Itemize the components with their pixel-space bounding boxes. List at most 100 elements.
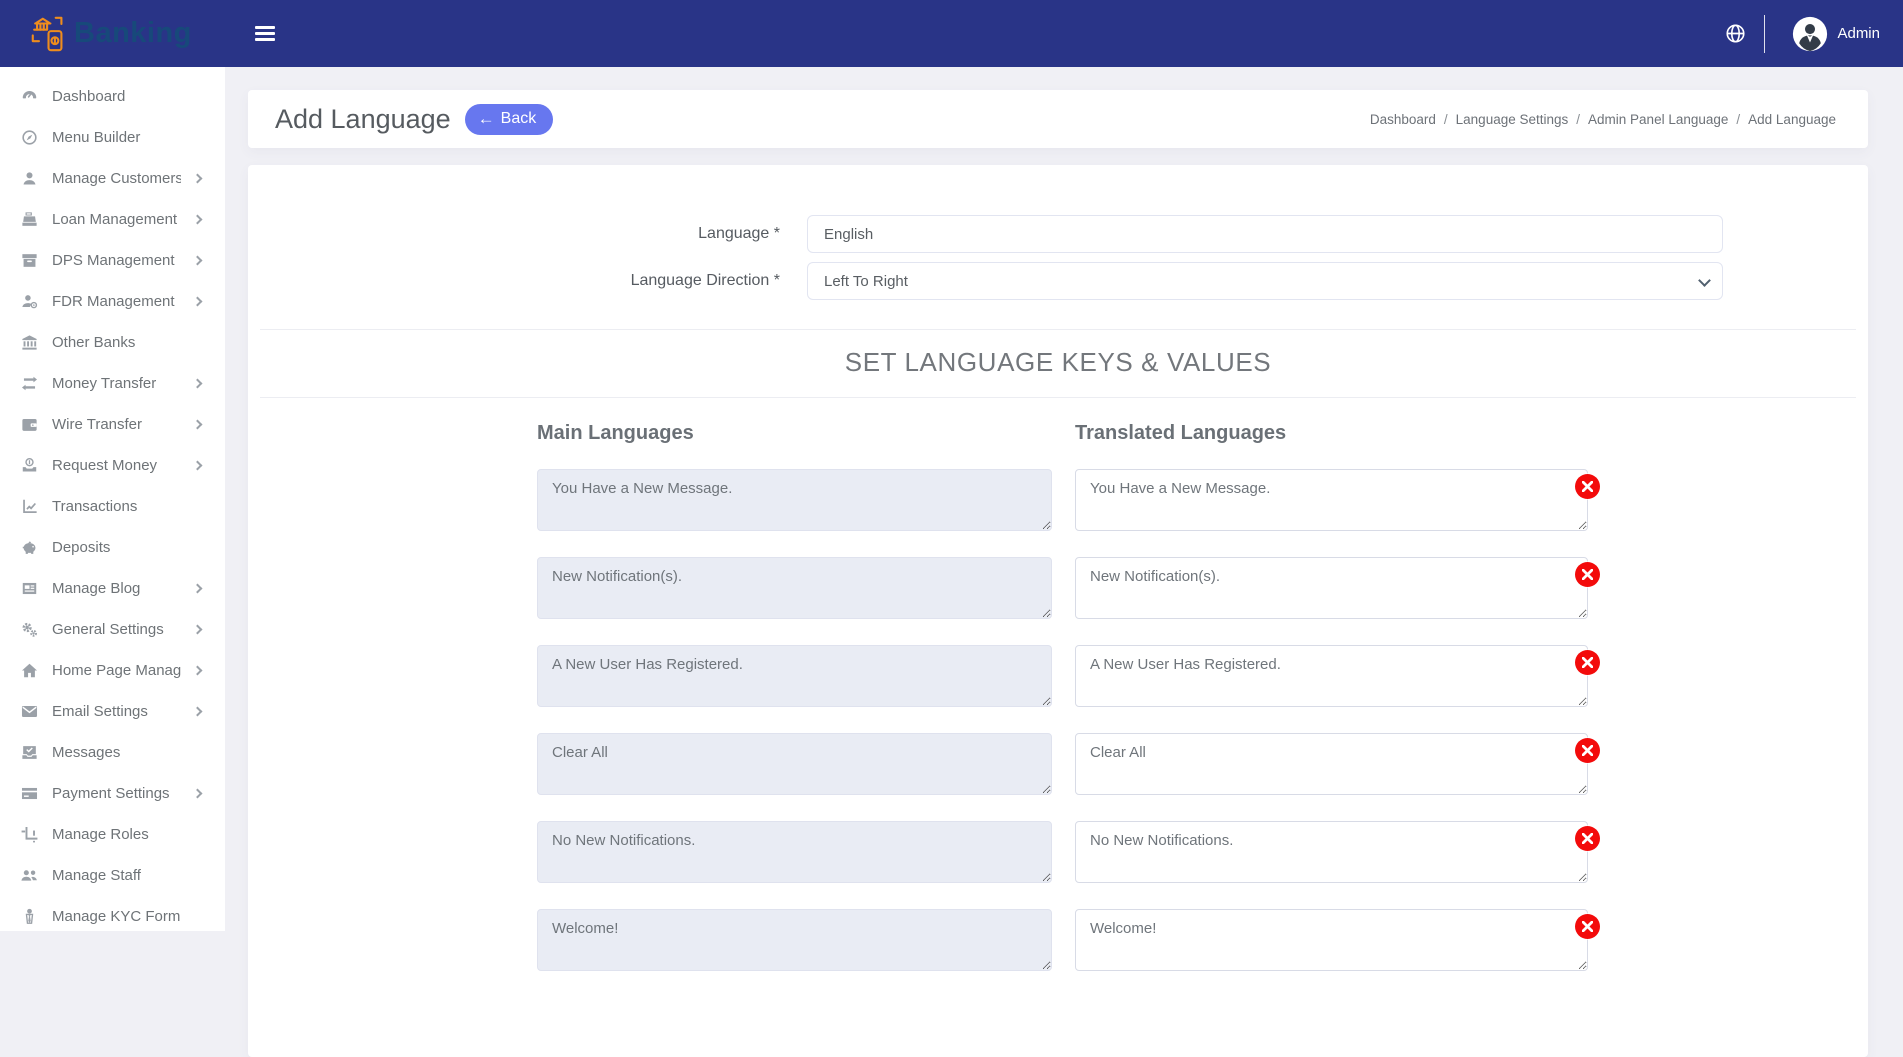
language-value-textarea[interactable]: No New Notifications. (1075, 821, 1588, 883)
language-key-textarea[interactable]: Clear All (537, 733, 1052, 795)
sidebar-item-money-transfer[interactable]: Money Transfer (0, 363, 225, 404)
language-key-textarea[interactable]: No New Notifications. (537, 821, 1052, 883)
envelope-icon (20, 702, 39, 721)
inbox-check-icon (20, 743, 39, 762)
remove-row-button[interactable] (1575, 826, 1600, 851)
breadcrumb-item-admin-panel-language[interactable]: Admin Panel Language (1588, 112, 1728, 127)
x-icon (1582, 921, 1593, 932)
home-icon (20, 661, 39, 680)
sidebar-item-loan-management[interactable]: Loan Management (0, 199, 225, 240)
gears-icon (20, 620, 39, 639)
sidebar-item-dashboard[interactable]: Dashboard (0, 76, 225, 117)
remove-row-button[interactable] (1575, 562, 1600, 587)
sidebar-item-general-settings[interactable]: General Settings (0, 609, 225, 650)
brand[interactable]: Banking (0, 13, 225, 55)
sidebar: DashboardMenu BuilderManage CustomersLoa… (0, 67, 225, 931)
arrow-left-icon: ← (478, 110, 495, 127)
breadcrumb-separator: / (1576, 112, 1580, 127)
sidebar-item-manage-kyc-form[interactable]: Manage KYC Form (0, 896, 225, 931)
main-content: Add Language ← Back Dashboard / Language S… (225, 67, 1903, 1057)
chevron-right-icon (193, 666, 203, 676)
remove-row-button[interactable] (1575, 650, 1600, 675)
chevron-right-icon (193, 174, 203, 184)
sidebar-item-label: Other Banks (52, 334, 205, 351)
page-title: Add Language (275, 104, 451, 135)
sidebar-item-wire-transfer[interactable]: Wire Transfer (0, 404, 225, 445)
language-key-textarea[interactable]: Welcome! (537, 909, 1052, 971)
language-value-textarea[interactable]: You Have a New Message. (1075, 469, 1588, 531)
sidebar-item-email-settings[interactable]: Email Settings (0, 691, 225, 732)
chevron-right-icon (193, 707, 203, 717)
language-key-textarea[interactable]: New Notification(s). (537, 557, 1052, 619)
user-icon (20, 169, 39, 188)
remove-row-button[interactable] (1575, 914, 1600, 939)
sidebar-item-transactions[interactable]: Transactions (0, 486, 225, 527)
sidebar-item-dps-management[interactable]: DPS Management (0, 240, 225, 281)
x-icon (1582, 569, 1593, 580)
language-input[interactable] (807, 215, 1723, 253)
add-language-card: Language * Language Direction * Left To … (248, 165, 1868, 1057)
language-key-textarea[interactable]: A New User Has Registered. (537, 645, 1052, 707)
language-value-textarea[interactable]: Clear All (1075, 733, 1588, 795)
language-row: No New Notifications. No New Notification… (537, 821, 1868, 883)
credit-card-icon (20, 784, 39, 803)
remove-row-button[interactable] (1575, 474, 1600, 499)
sidebar-item-manage-customers[interactable]: Manage Customers (0, 158, 225, 199)
banking-logo-icon (28, 13, 70, 55)
language-value-textarea[interactable]: New Notification(s). (1075, 557, 1588, 619)
back-button[interactable]: ← Back (465, 104, 554, 135)
cash-register-icon (20, 210, 39, 229)
breadcrumb-separator: / (1736, 112, 1740, 127)
chevron-right-icon (193, 625, 203, 635)
compass-icon (20, 128, 39, 147)
brand-text: Banking (74, 17, 192, 50)
language-row: New Notification(s). New Notification(s). (537, 557, 1868, 619)
sidebar-item-label: Manage KYC Form (52, 908, 205, 925)
chevron-right-icon (193, 461, 203, 471)
sidebar-item-home-page-manage[interactable]: Home Page Manage (0, 650, 225, 691)
navbar-divider (1764, 15, 1765, 53)
wallet-icon (20, 415, 39, 434)
user-gear-icon (20, 292, 39, 311)
chart-line-icon (20, 497, 39, 516)
sidebar-item-payment-settings[interactable]: Payment Settings (0, 773, 225, 814)
chevron-right-icon (193, 789, 203, 799)
divider (260, 397, 1856, 398)
sidebar-item-menu-builder[interactable]: Menu Builder (0, 117, 225, 158)
chevron-right-icon (193, 420, 203, 430)
language-direction-select[interactable]: Left To Right (807, 262, 1723, 300)
language-value-wrap: Welcome! (1075, 909, 1588, 971)
speedometer-icon (20, 87, 39, 106)
breadcrumb-item-dashboard[interactable]: Dashboard (1370, 112, 1436, 127)
language-value-textarea[interactable]: A New User Has Registered. (1075, 645, 1588, 707)
main-languages-header: Main Languages (537, 422, 1075, 445)
sidebar-item-messages[interactable]: Messages (0, 732, 225, 773)
back-button-label: Back (501, 110, 537, 128)
sidebar-item-label: Payment Settings (52, 785, 181, 802)
person-tie-icon (20, 907, 39, 926)
breadcrumb-item-language-settings[interactable]: Language Settings (1456, 112, 1569, 127)
sidebar-item-request-money[interactable]: Request Money (0, 445, 225, 486)
sidebar-item-manage-blog[interactable]: Manage Blog (0, 568, 225, 609)
language-key-textarea[interactable]: You Have a New Message. (537, 469, 1052, 531)
user-menu[interactable]: Admin (1792, 16, 1880, 52)
sidebar-item-label: Wire Transfer (52, 416, 181, 433)
language-globe-icon[interactable] (1724, 22, 1747, 45)
language-value-textarea[interactable]: Welcome! (1075, 909, 1588, 971)
sidebar-item-manage-roles[interactable]: Manage Roles (0, 814, 225, 855)
sidebar-item-label: Transactions (52, 498, 205, 515)
page-header-card: Add Language ← Back Dashboard / Language S… (248, 90, 1868, 148)
sidebar-item-label: Manage Roles (52, 826, 205, 843)
sidebar-toggle-hamburger-icon[interactable] (251, 22, 279, 46)
sidebar-item-label: Email Settings (52, 703, 181, 720)
remove-row-button[interactable] (1575, 738, 1600, 763)
piggy-bank-icon (20, 538, 39, 557)
sidebar-item-other-banks[interactable]: Other Banks (0, 322, 225, 363)
top-navbar: Banking Admin (0, 0, 1903, 67)
sidebar-item-manage-staff[interactable]: Manage Staff (0, 855, 225, 896)
sidebar-item-fdr-management[interactable]: FDR Management (0, 281, 225, 322)
breadcrumb: Dashboard / Language Settings / Admin Panel … (1370, 112, 1836, 127)
archive-icon (20, 251, 39, 270)
language-row: Welcome! Welcome! (537, 909, 1868, 971)
sidebar-item-deposits[interactable]: Deposits (0, 527, 225, 568)
